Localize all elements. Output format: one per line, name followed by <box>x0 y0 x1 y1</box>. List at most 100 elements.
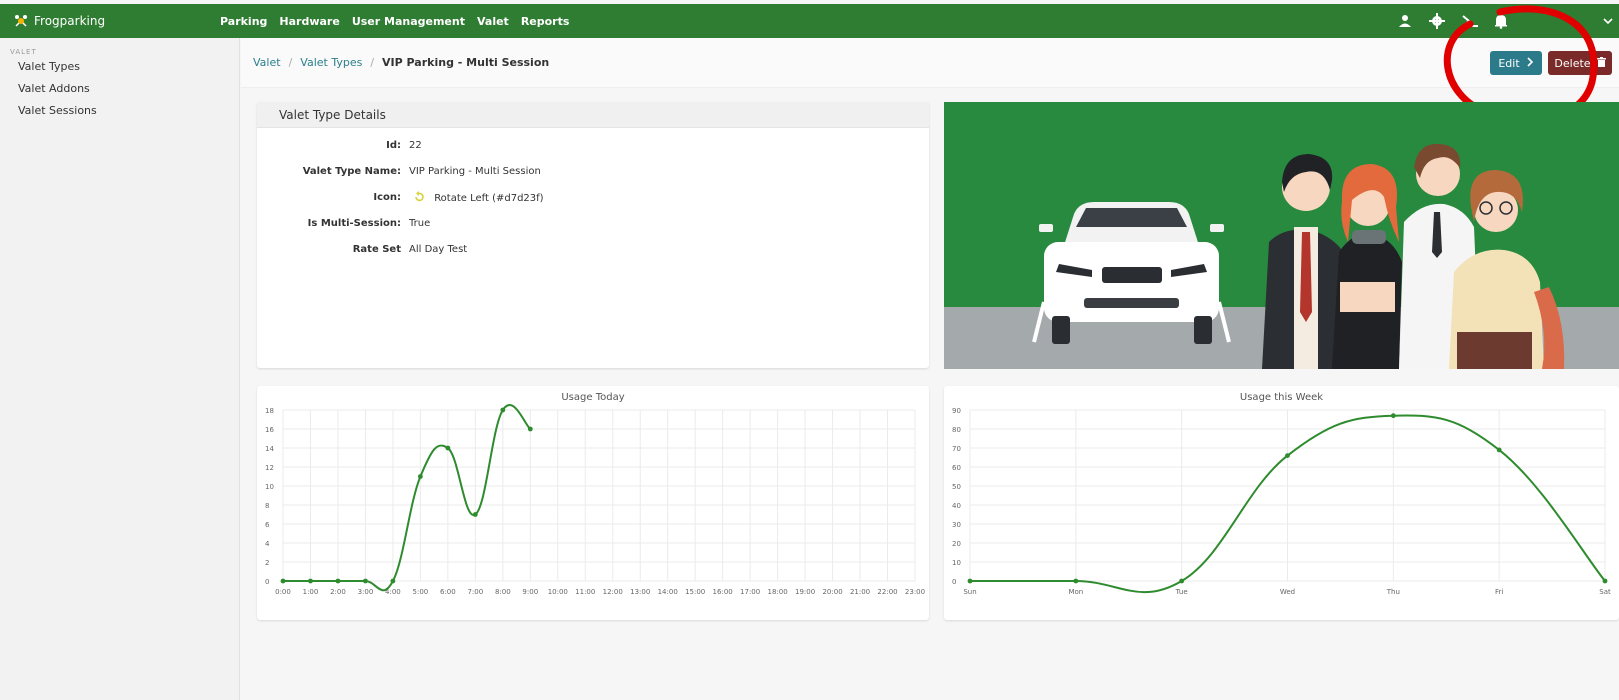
usage-week-chart: Usage this Week 0 10 20 30 40 50 60 70 80 90 Sun Mon… <box>944 386 1619 620</box>
x-tick-label: Thu <box>1386 588 1400 596</box>
x-tick-label: Mon <box>1068 588 1083 596</box>
nav-valet[interactable]: Valet <box>477 15 509 28</box>
detail-value: Rotate Left (#d7d23f) <box>434 192 544 204</box>
x-tick-label: 11:00 <box>575 588 595 596</box>
data-point <box>390 578 396 584</box>
detail-row-rate-set: Rate Set All Day Test <box>257 236 929 262</box>
trash-icon <box>1596 56 1606 70</box>
gear-icon[interactable] <box>1429 13 1445 29</box>
sidebar: VALET Valet Types Valet Addons Valet Ses… <box>0 38 240 700</box>
nav-reports[interactable]: Reports <box>521 15 570 28</box>
terminal-icon[interactable] <box>1461 13 1478 29</box>
x-tick-label: 8:00 <box>495 588 511 596</box>
data-point <box>1390 413 1396 419</box>
data-point <box>472 512 478 517</box>
delete-button-label: Delete <box>1554 56 1591 70</box>
detail-value: 22 <box>409 139 422 151</box>
x-tick-label: 13:00 <box>630 588 650 596</box>
y-tick-label: 12 <box>265 464 274 472</box>
top-navbar: Frogparking Parking Hardware User Manage… <box>0 4 1619 38</box>
y-tick-label: 40 <box>952 502 961 510</box>
y-tick-label: 80 <box>952 426 961 434</box>
delete-button[interactable]: Delete <box>1548 51 1612 75</box>
bell-icon[interactable] <box>1493 13 1509 29</box>
valet-illustration <box>944 102 1619 369</box>
valet-type-details-card: Valet Type Details Id: 22 Valet Type Nam… <box>257 102 929 368</box>
series-line <box>283 404 532 592</box>
y-tick-label: 70 <box>952 445 961 453</box>
usage-week-svg: Usage this Week 0 10 20 30 40 50 60 70 80 90 Sun Mon… <box>952 392 1611 596</box>
y-tick-label: 60 <box>952 464 961 472</box>
breadcrumb-current: VIP Parking - Multi Session <box>382 56 550 69</box>
nav-hardware[interactable]: Hardware <box>279 15 339 28</box>
detail-row-icon: Icon: Rotate Left (#d7d23f) <box>257 184 929 210</box>
detail-value: VIP Parking - Multi Session <box>409 165 541 177</box>
x-tick-label: 19:00 <box>795 588 815 596</box>
x-tick-label: 16:00 <box>713 588 733 596</box>
usage-today-chart: Usage Today 0 2 4 6 8 10 12 14 16 18 0:00 1:00 2:00 3:… <box>257 386 929 620</box>
detail-value: True <box>409 217 431 229</box>
y-tick-label: 90 <box>952 407 961 415</box>
x-tick-label: 21:00 <box>850 588 870 596</box>
nav-parking[interactable]: Parking <box>220 15 267 28</box>
top-icons <box>1397 4 1509 38</box>
x-tick-label: 20:00 <box>822 588 842 596</box>
y-tick-label: 6 <box>265 521 270 529</box>
detail-value: All Day Test <box>409 243 468 255</box>
detail-row-multisession: Is Multi-Session: True <box>257 210 929 236</box>
x-tick-label: Sat <box>1599 588 1611 596</box>
rotate-left-icon <box>413 190 425 203</box>
y-tick-label: 50 <box>952 483 961 491</box>
y-tick-label: 20 <box>952 540 961 548</box>
data-point <box>1602 578 1608 584</box>
sidebar-item-valet-sessions[interactable]: Valet Sessions <box>0 100 239 122</box>
data-point <box>1179 578 1185 584</box>
user-icon[interactable] <box>1397 13 1413 29</box>
y-tick-label: 10 <box>265 483 274 491</box>
nav-user-management[interactable]: User Management <box>352 15 465 28</box>
detail-row-id: Id: 22 <box>257 132 929 158</box>
y-tick-label: 30 <box>952 521 961 529</box>
x-tick-label: 17:00 <box>740 588 760 596</box>
detail-label: Valet Type Name: <box>302 165 401 177</box>
breadcrumb-valet[interactable]: Valet <box>253 56 281 69</box>
x-tick-label: 15:00 <box>685 588 705 596</box>
data-point <box>335 578 341 584</box>
brand[interactable]: Frogparking <box>0 14 220 28</box>
detail-label: Icon: <box>373 191 401 203</box>
main-nav: Parking Hardware User Management Valet R… <box>220 15 569 28</box>
y-tick-label: 18 <box>265 407 274 415</box>
breadcrumb-valet-types[interactable]: Valet Types <box>300 56 362 69</box>
x-tick-label: 14:00 <box>658 588 678 596</box>
x-tick-label: Wed <box>1280 588 1295 596</box>
detail-label: Is Multi-Session: <box>307 217 401 229</box>
chevron-down-icon[interactable] <box>1601 13 1615 27</box>
x-tick-label: Sun <box>963 588 976 596</box>
edit-button[interactable]: Edit <box>1490 51 1542 75</box>
y-tick-label: 0 <box>952 578 956 586</box>
y-tick-label: 14 <box>265 445 274 453</box>
chevron-right-icon <box>1526 56 1534 70</box>
frog-logo-icon <box>14 14 28 28</box>
sidebar-item-valet-addons[interactable]: Valet Addons <box>0 78 239 100</box>
data-point <box>1073 578 1079 584</box>
breadcrumb-separator: / <box>288 56 293 69</box>
detail-label: Id: <box>386 139 401 151</box>
chart-title: Usage Today <box>561 392 624 403</box>
x-tick-label: 10:00 <box>548 588 568 596</box>
data-point <box>1285 453 1290 458</box>
x-tick-label: 23:00 <box>905 588 925 596</box>
data-point <box>445 445 451 451</box>
detail-row-name: Valet Type Name: VIP Parking - Multi Ses… <box>257 158 929 184</box>
x-tick-label: 9:00 <box>522 588 538 596</box>
data-point <box>417 474 423 479</box>
x-tick-label: 1:00 <box>303 588 319 596</box>
data-point <box>500 407 506 413</box>
data-point <box>280 578 286 584</box>
edit-button-label: Edit <box>1498 56 1520 70</box>
x-tick-label: 5:00 <box>413 588 429 596</box>
y-tick-label: 0 <box>265 578 269 586</box>
sidebar-item-valet-types[interactable]: Valet Types <box>0 56 239 78</box>
y-tick-label: 2 <box>265 559 269 567</box>
x-tick-label: 7:00 <box>467 588 483 596</box>
